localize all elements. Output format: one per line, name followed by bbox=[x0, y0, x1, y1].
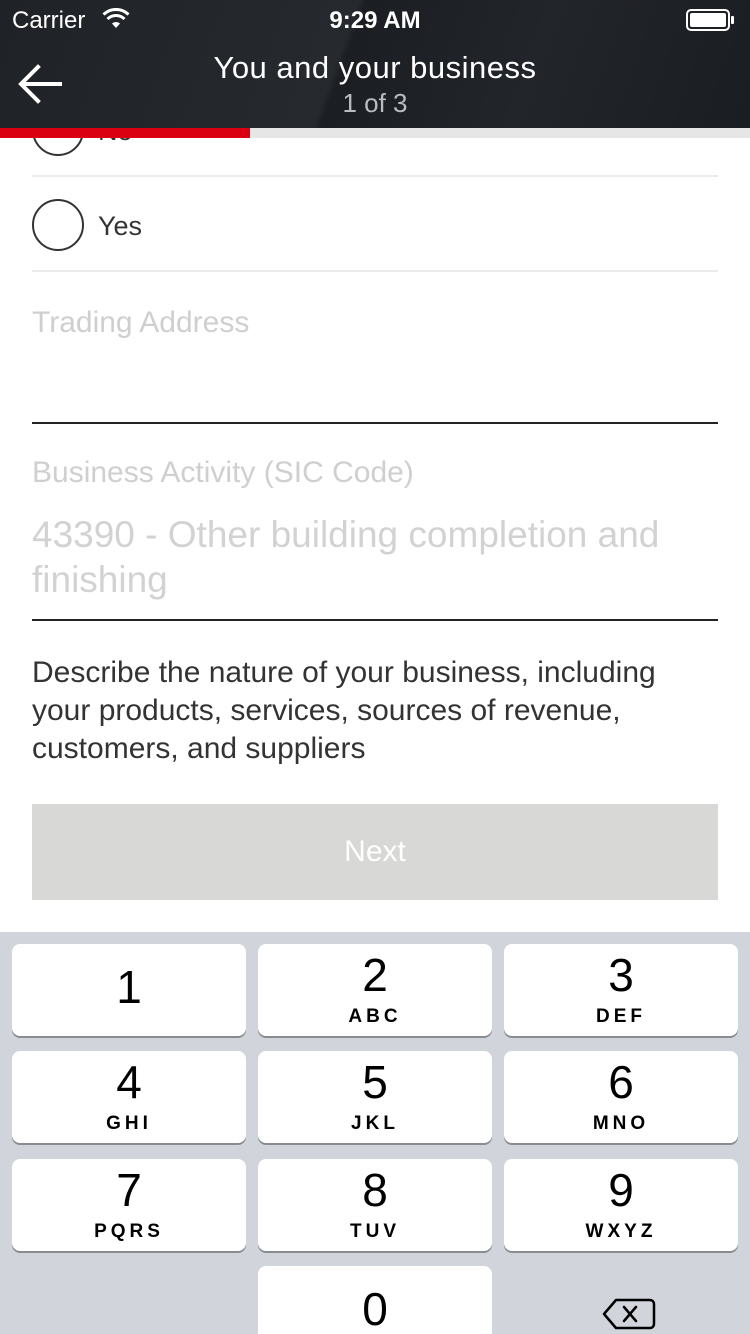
status-bar: Carrier 9:29 AM bbox=[0, 0, 750, 40]
trading-address-field[interactable]: Trading Address bbox=[32, 298, 718, 426]
key-letters: DEF bbox=[596, 1006, 646, 1027]
radio-label: Yes bbox=[98, 211, 143, 241]
radio-button[interactable] bbox=[32, 138, 84, 156]
key-letters: TUV bbox=[350, 1221, 400, 1242]
key-letters: ABC bbox=[348, 1006, 402, 1027]
key-digit: 6 bbox=[608, 1056, 634, 1108]
key-9[interactable]: 9 WXYZ bbox=[504, 1159, 738, 1251]
business-activity-value: 43390 - Other building completion and fi… bbox=[32, 514, 660, 600]
battery-icon bbox=[686, 9, 734, 31]
key-digit: 0 bbox=[362, 1283, 388, 1334]
key-4[interactable]: 4 GHI bbox=[12, 1051, 246, 1143]
key-letters: GHI bbox=[106, 1113, 152, 1134]
trading-address-label: Trading Address bbox=[32, 306, 250, 339]
business-nature-question: Describe the nature of your business, in… bbox=[32, 656, 656, 765]
key-7[interactable]: 7 PQRS bbox=[12, 1159, 246, 1251]
field-underline bbox=[32, 619, 718, 621]
key-3[interactable]: 3 DEF bbox=[504, 944, 738, 1036]
numeric-keypad: 1 2 ABC 3 DEF 4 GHI 5 JKL 6 MNO 7 PQRS 8… bbox=[0, 932, 750, 1334]
key-digit: 3 bbox=[608, 949, 634, 1001]
progress-bar bbox=[0, 128, 750, 138]
key-digit: 4 bbox=[116, 1056, 142, 1108]
next-button[interactable]: Next bbox=[32, 804, 718, 900]
key-8[interactable]: 8 TUV bbox=[258, 1159, 492, 1251]
delete-key[interactable] bbox=[504, 1266, 738, 1334]
key-letters: MNO bbox=[592, 1113, 650, 1134]
page-title: You and your business bbox=[213, 50, 537, 85]
backspace-icon bbox=[602, 1298, 656, 1330]
form-scroll-area[interactable]: No Yes Trading Address Business Activity… bbox=[0, 138, 750, 932]
radio-label: No bbox=[98, 138, 133, 147]
key-6[interactable]: 6 MNO bbox=[504, 1051, 738, 1143]
key-digit: 2 bbox=[362, 949, 388, 1001]
key-2[interactable]: 2 ABC bbox=[258, 944, 492, 1036]
key-digit: 5 bbox=[362, 1056, 388, 1108]
business-activity-label: Business Activity (SIC Code) bbox=[32, 456, 414, 489]
field-underline bbox=[32, 422, 718, 424]
progress-bar-fill bbox=[0, 128, 250, 138]
key-letters: WXYZ bbox=[585, 1221, 657, 1242]
key-digit: 1 bbox=[116, 961, 142, 1013]
business-activity-field[interactable]: Business Activity (SIC Code) 43390 - Oth… bbox=[32, 448, 718, 622]
app-header: Carrier 9:29 AM You and your business 1 … bbox=[0, 0, 750, 130]
status-time: 9:29 AM bbox=[329, 7, 421, 34]
radio-option-no[interactable]: No bbox=[32, 138, 718, 177]
key-letters: PQRS bbox=[94, 1221, 164, 1242]
step-indicator: 1 of 3 bbox=[342, 88, 408, 118]
key-letters: JKL bbox=[351, 1113, 399, 1134]
key-digit: 8 bbox=[362, 1164, 388, 1216]
key-digit: 9 bbox=[608, 1164, 634, 1216]
key-digit: 7 bbox=[116, 1164, 142, 1216]
radio-option-yes[interactable]: Yes bbox=[32, 177, 718, 272]
key-5[interactable]: 5 JKL bbox=[258, 1051, 492, 1143]
key-1[interactable]: 1 bbox=[12, 944, 246, 1036]
radio-button[interactable] bbox=[32, 199, 84, 251]
key-0[interactable]: 0 bbox=[258, 1266, 492, 1334]
